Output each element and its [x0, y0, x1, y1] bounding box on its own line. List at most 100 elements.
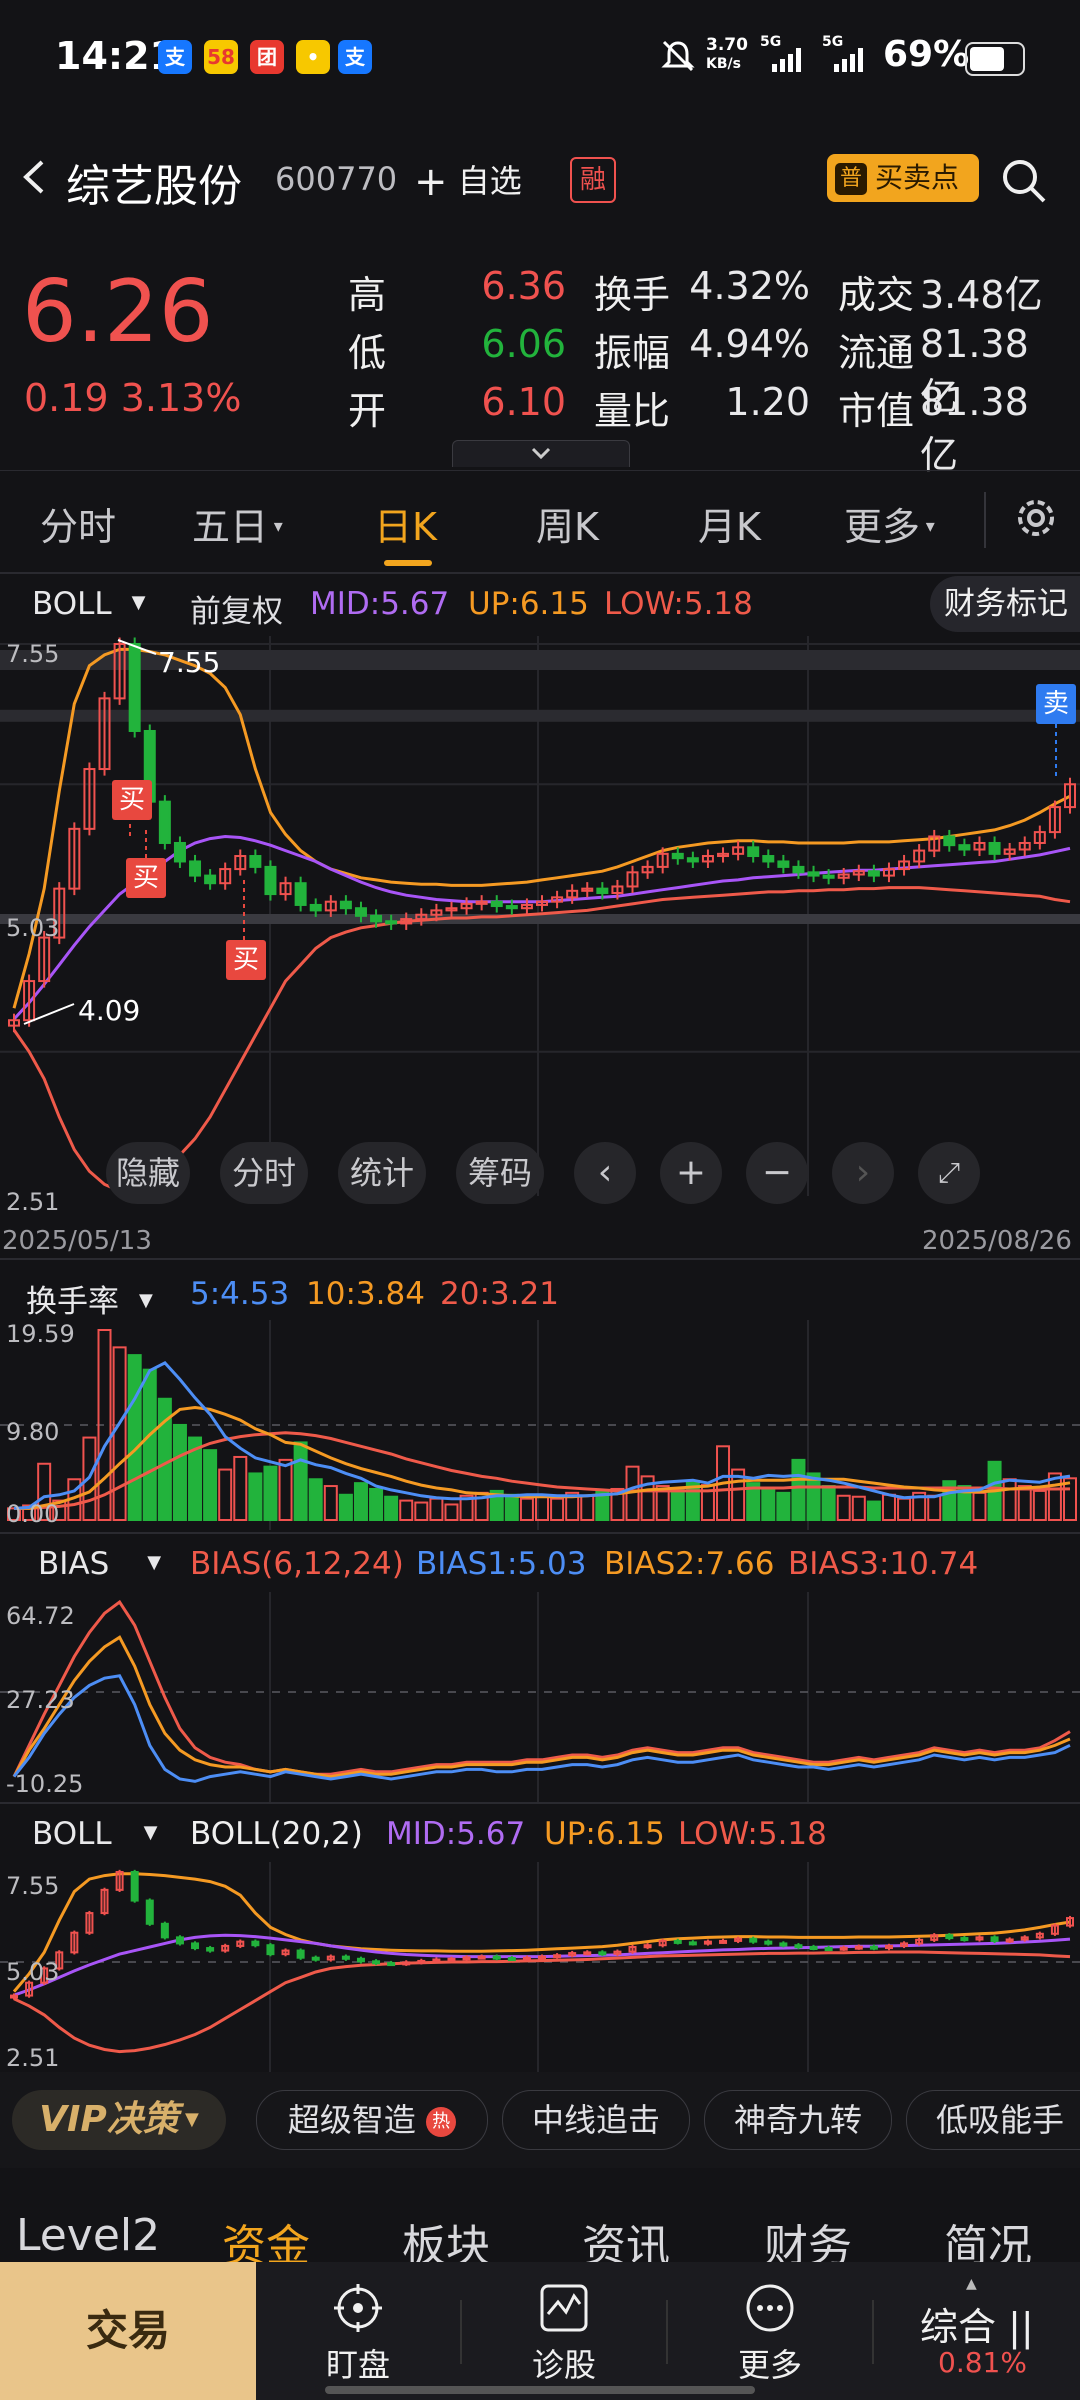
fullscreen-icon[interactable]: ⤢ — [918, 1142, 980, 1204]
turnover-bar-50 — [761, 1487, 776, 1522]
tab-five-day[interactable]: 五日 ▾ — [192, 496, 283, 551]
tab-monthly-k[interactable]: 月K — [698, 496, 761, 551]
boll-candle-15 — [236, 1939, 245, 1949]
bias-params: BIAS(6,12,24) — [190, 1546, 404, 1582]
margin-trading-badge[interactable]: 融 — [570, 157, 616, 203]
chevron-right-icon[interactable]: › — [832, 1142, 894, 1204]
turnover-bar-58 — [881, 1493, 896, 1521]
caret-down-icon: ▾ — [920, 516, 935, 537]
turnover-bar-52 — [791, 1458, 806, 1521]
diagnose-button[interactable]: 诊股 — [494, 2282, 634, 2386]
hot-badge: 热 — [426, 2107, 457, 2137]
chart-box-icon — [540, 2284, 588, 2332]
tab-more[interactable]: 更多 ▾ — [844, 496, 935, 551]
boll2-low-value: LOW:5.18 — [678, 1816, 827, 1852]
add-watchlist-button[interactable]: + 自选 — [414, 156, 522, 205]
statistics-button[interactable]: 统计 — [338, 1142, 426, 1204]
caret-down-icon: ▼ — [131, 592, 146, 613]
strategy-dip-buyer[interactable]: 低吸能手 — [906, 2090, 1080, 2150]
watch-button[interactable]: 盯盘 — [288, 2282, 428, 2386]
turnover-chart[interactable] — [0, 1320, 1080, 1530]
buy-signal-marker-3[interactable]: 买 — [226, 940, 266, 980]
boll-chart[interactable] — [0, 1862, 1080, 2072]
sell-signal-marker[interactable]: 卖 — [1036, 684, 1076, 724]
bias3-value: BIAS3:10.74 — [788, 1546, 979, 1582]
boll-candle-47 — [719, 1938, 728, 1944]
boll-candle-43 — [658, 1938, 667, 1948]
candle-50 — [762, 849, 775, 868]
candle-62 — [943, 829, 956, 852]
turnover-bar-14 — [218, 1468, 233, 1521]
active-tab-indicator — [384, 560, 432, 566]
zoom-in-icon[interactable]: + — [660, 1142, 722, 1204]
index-ticker[interactable]: 综合 || — [920, 2296, 1034, 2351]
boll-candle-6 — [100, 1887, 109, 1916]
boll2-mid-line — [13, 1933, 1071, 1997]
zoom-out-icon[interactable]: − — [746, 1142, 808, 1204]
boll-candle-17 — [266, 1943, 275, 1957]
caret-up-icon: ▲ — [966, 2276, 977, 2292]
home-indicator — [325, 2386, 755, 2394]
candle-16 — [249, 849, 262, 874]
main-indicator-select[interactable]: BOLL ▼ — [32, 586, 146, 622]
back-arrow-icon[interactable] — [14, 152, 54, 202]
hide-button[interactable]: 隐藏 — [106, 1142, 190, 1204]
buy-sell-badge: 普 — [835, 163, 867, 195]
boll-candle-18 — [281, 1948, 290, 1957]
boll-candle-38 — [583, 1950, 592, 1956]
boll-candle-19 — [296, 1948, 305, 1960]
candle-48 — [732, 840, 745, 861]
more-button[interactable]: 更多 — [700, 2282, 840, 2386]
turnover-ma5: 5:4.53 — [190, 1276, 290, 1312]
candle-38 — [581, 882, 594, 898]
bias-indicator-select[interactable]: BIAS ▼ — [38, 1546, 161, 1582]
turnover-bar-24 — [369, 1487, 384, 1522]
intraday-button[interactable]: 分时 — [220, 1142, 308, 1204]
candlestick-chart[interactable] — [0, 636, 1080, 1216]
tab-daily-k[interactable]: 日K — [374, 496, 437, 551]
turnover-bar-34 — [519, 1497, 534, 1521]
boll-candle-61 — [930, 1933, 939, 1942]
strategy-super-smart[interactable]: 超级智造 热 — [256, 2090, 488, 2150]
market-cap-label: 市值 — [838, 389, 915, 433]
buy-signal-marker-1[interactable]: 买 — [112, 780, 152, 820]
candle-44 — [671, 847, 684, 865]
tab-level2[interactable]: Level2 — [16, 2210, 160, 2261]
turnover-bar-21 — [323, 1485, 338, 1521]
financial-marks-button[interactable]: 财务标记 — [930, 576, 1080, 632]
buy-sell-point-button[interactable]: 普买卖点 — [827, 154, 979, 202]
open-label: 开 — [348, 389, 387, 433]
candle-11 — [173, 836, 186, 868]
tab-intraday[interactable]: 分时 — [40, 496, 116, 551]
strategy-magic-nine[interactable]: 神奇九转 — [704, 2090, 892, 2150]
chevron-left-icon[interactable]: ‹ — [574, 1142, 636, 1204]
strategy-midline-chase[interactable]: 中线追击 — [502, 2090, 690, 2150]
candle-46 — [701, 849, 714, 868]
group-buy-app-icon: 团 — [250, 40, 284, 74]
high-label: 高 — [348, 273, 387, 317]
buy-signal-marker-2[interactable]: 买 — [126, 858, 166, 898]
boll-candle-41 — [628, 1944, 637, 1954]
chip-distribution-button[interactable]: 筹码 — [456, 1142, 544, 1204]
candle-68 — [1033, 825, 1046, 850]
trade-button[interactable]: 交易 — [0, 2262, 256, 2400]
turnover-indicator-select[interactable]: 换手率 ▼ — [26, 1276, 153, 1321]
boll-candle-8 — [130, 1869, 139, 1903]
volume-amount-value: 3.48亿 — [920, 273, 1043, 317]
boll-indicator-select[interactable]: BOLL ▼ — [32, 1816, 158, 1852]
candle-12 — [189, 854, 202, 883]
boll-candle-69 — [1050, 1923, 1059, 1936]
vip-decision-button[interactable]: VIP决策 ▼ — [12, 2090, 226, 2150]
tab-weekly-k[interactable]: 周K — [536, 496, 599, 551]
turnover-bar-7 — [112, 1346, 127, 1521]
search-icon[interactable] — [998, 155, 1050, 207]
turnover-bar-55 — [836, 1494, 851, 1521]
adjust-mode[interactable]: 前复权 — [190, 586, 283, 631]
bias-chart[interactable] — [0, 1592, 1080, 1802]
candle-61 — [928, 829, 941, 858]
turnover-value: 4.32% — [689, 264, 810, 308]
gear-icon[interactable] — [1010, 492, 1062, 544]
expand-quote-button[interactable] — [452, 440, 630, 467]
boll-candle-4 — [70, 1930, 79, 1955]
market-cap-value: 81.38亿 — [920, 380, 1029, 477]
